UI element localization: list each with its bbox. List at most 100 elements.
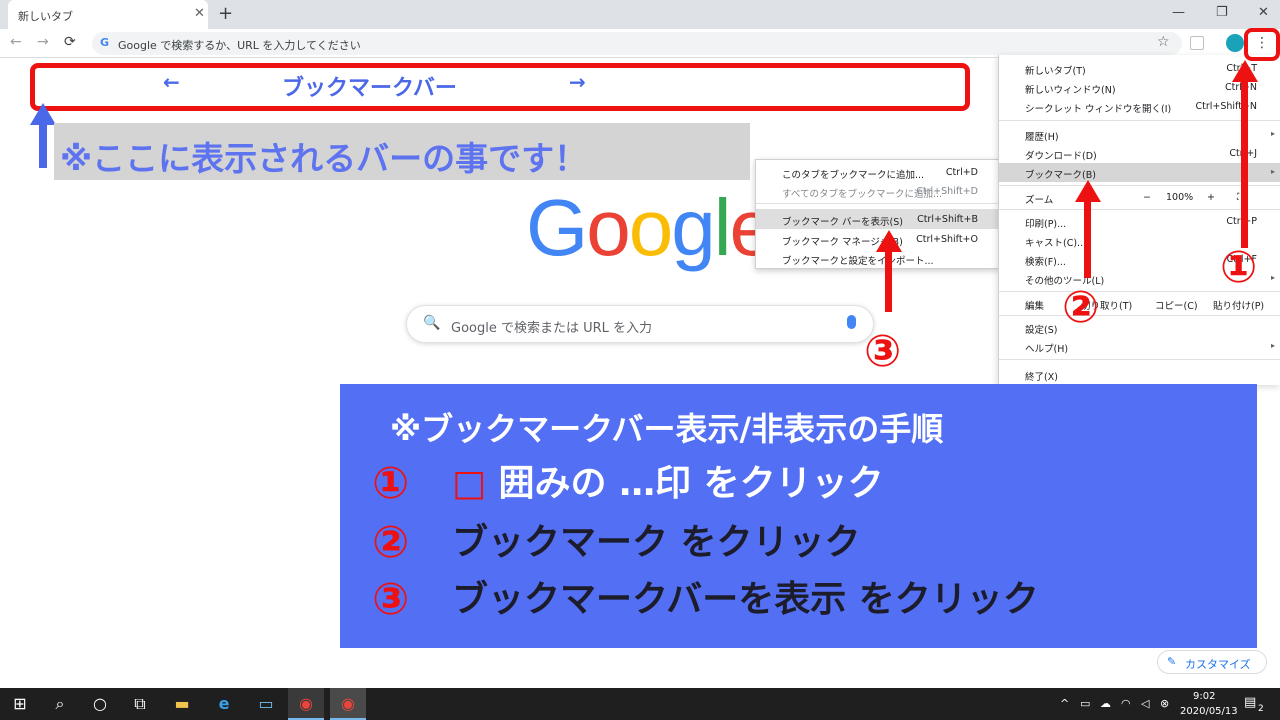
wifi-icon[interactable]: ◠ [1121, 697, 1131, 710]
red-arrow-up-icon [876, 230, 902, 252]
chrome-icon: ◉ [299, 694, 313, 713]
arrow-right-icon: → [569, 70, 586, 94]
menu-separator [999, 120, 1280, 121]
profile-avatar[interactable] [1226, 34, 1244, 52]
close-window-icon[interactable]: ✕ [1258, 5, 1269, 20]
menu-item-exit[interactable]: 終了(X) [999, 365, 1280, 384]
zoom-in-button[interactable]: + [1207, 192, 1215, 203]
notification-icon[interactable]: ▤ [1244, 695, 1256, 710]
file-explorer-icon[interactable]: ▬ [168, 694, 196, 713]
submenu-arrow-icon: ▸ [1270, 341, 1275, 350]
submenu-arrow-icon: ▸ [1270, 167, 1275, 176]
customize-label: カスタマイズ [1185, 658, 1251, 671]
logo-letter: l [713, 183, 732, 272]
menu-item-downloads[interactable]: ダウンロード(D) Ctrl+J [999, 144, 1280, 163]
close-tab-icon[interactable]: ✕ [194, 6, 205, 21]
bookmark-submenu: このタブをブックマークに追加... Ctrl+D すべてのタブをブックマークに追… [755, 159, 999, 269]
menu-separator [999, 209, 1280, 210]
browser-toolbar: ← → ⟳ G Google で検索するか、URL を入力してください ☆ [0, 29, 1280, 58]
red-arrow-shaft [1084, 200, 1091, 278]
menu-separator [999, 359, 1280, 360]
bookmark-star-icon[interactable]: ☆ [1157, 34, 1170, 50]
menu-button-highlight [1244, 28, 1280, 61]
network-error-icon[interactable]: ⊗ [1160, 697, 1169, 710]
forward-icon[interactable]: → [37, 34, 49, 50]
zoom-value: 100% [1166, 192, 1194, 203]
menu-item-bookmark-this-tab[interactable]: このタブをブックマークに追加... Ctrl+D [756, 162, 998, 182]
battery-icon[interactable]: ▭ [1080, 697, 1090, 710]
back-icon[interactable]: ← [10, 34, 22, 50]
menu-item-zoom: ズーム − 100% + ⛶ [999, 188, 1280, 207]
logo-letter: o [628, 183, 673, 272]
chrome-taskbar-button-1[interactable]: ◉ [288, 688, 324, 720]
zoom-out-button[interactable]: − [1143, 192, 1151, 203]
bookmark-bar-note: ※ここに表示されるバーの事です！ [60, 139, 588, 178]
task-view-icon[interactable]: ⧉ [126, 694, 154, 714]
search-icon[interactable]: ⌕ [46, 694, 74, 714]
menu-item-print[interactable]: 印刷(P)... Ctrl+P [999, 212, 1280, 231]
menu-separator [999, 185, 1280, 186]
chrome-taskbar-button-2[interactable]: ◉ [330, 688, 366, 720]
step-2-text: ブックマーク をクリック [452, 522, 861, 563]
menu-item-help[interactable]: ヘルプ(H) ▸ [999, 337, 1280, 356]
step-3-text: ブックマークバーを表示 をクリック [452, 579, 1039, 620]
customize-button[interactable]: ✎ カスタマイズ [1157, 650, 1267, 674]
menu-item-bookmarks[interactable]: ブックマーク(B) ▸ [999, 163, 1280, 182]
google-logo: Google [526, 188, 774, 268]
tab-title: 新しいタブ [18, 10, 73, 23]
onedrive-icon[interactable]: ☁ [1100, 697, 1111, 710]
step-1-text: □ 囲みの …印 をクリック [452, 463, 884, 504]
arrow-left-icon: ← [163, 70, 180, 94]
step-marker-3: ③ [864, 326, 902, 377]
step-1-number: ① [372, 458, 410, 509]
submenu-arrow-icon: ▸ [1270, 273, 1275, 282]
red-arrow-shaft [1241, 80, 1248, 248]
blue-arrow-shaft [39, 122, 47, 168]
menu-item-incognito[interactable]: シークレット ウィンドウを開く(I) Ctrl+Shift+N [999, 97, 1280, 116]
tray-chevron-icon[interactable]: ^ [1060, 697, 1069, 710]
windows-start-icon[interactable]: ⊞ [6, 694, 34, 713]
square-icon: □ [452, 463, 487, 504]
clock-time[interactable]: 9:02 [1193, 691, 1215, 702]
instruction-title: ※ブックマークバー表示/非表示の手順 [390, 410, 944, 448]
menu-item-settings[interactable]: 設定(S) [999, 318, 1280, 337]
menu-separator [999, 315, 1280, 316]
google-g-icon: G [100, 36, 110, 49]
menu-item-bookmark-all-tabs[interactable]: すべてのタブをブックマークに追加... Ctrl+Shift+D [756, 181, 998, 201]
search-icon: 🔍 [423, 315, 441, 331]
clock-date[interactable]: 2020/05/13 [1180, 706, 1238, 717]
edge-icon[interactable]: e [210, 694, 238, 713]
address-placeholder: Google で検索するか、URL を入力してください [118, 39, 361, 52]
menu-item-show-bookmark-bar[interactable]: ブックマーク バーを表示(S) Ctrl+Shift+B [756, 209, 998, 229]
google-search-box[interactable]: 🔍 Google で検索または URL を入力 [406, 305, 874, 343]
red-arrow-shaft [885, 250, 892, 312]
maximize-icon[interactable]: ❐ [1216, 5, 1228, 20]
paste-button[interactable]: 貼り付け(P) [1213, 298, 1264, 312]
tab-strip: 新しいタブ ✕ + — ❐ ✕ [0, 0, 1280, 29]
reload-icon[interactable]: ⟳ [64, 34, 76, 50]
app-icon[interactable]: ▭ [252, 694, 280, 713]
menu-separator [756, 203, 998, 204]
minimize-icon[interactable]: — [1172, 5, 1185, 20]
windows-taskbar: ⊞ ⌕ ○ ⧉ ▬ e ▭ ◉ ◉ ^ ▭ ☁ ◠ ◁ ⊗ 9:02 2020/… [0, 688, 1280, 720]
search-placeholder: Google で検索または URL を入力 [451, 321, 653, 336]
step-2-number: ② [372, 517, 410, 568]
instruction-panel: ※ブックマークバー表示/非表示の手順 ① □ 囲みの …印 をクリック ② ブッ… [340, 384, 1257, 648]
menu-item-edit: 編集 切り取り(T) コピー(C) 貼り付け(P) [999, 294, 1280, 313]
menu-item-history[interactable]: 履歴(H) ▸ [999, 125, 1280, 144]
extension-icon[interactable] [1190, 36, 1204, 50]
logo-letter: G [526, 183, 588, 272]
copy-button[interactable]: コピー(C) [1155, 298, 1198, 312]
step-3-number: ③ [372, 574, 410, 625]
chrome-main-menu: 新しいタブ(T) Ctrl+T 新しいウィンドウ(N) Ctrl+N シークレッ… [998, 55, 1280, 385]
microphone-icon[interactable] [847, 315, 856, 329]
address-bar[interactable]: G Google で検索するか、URL を入力してください ☆ [92, 32, 1182, 55]
logo-letter: g [671, 183, 715, 272]
logo-letter: o [586, 183, 630, 272]
tab-new-tab[interactable]: 新しいタブ ✕ [8, 0, 208, 29]
notification-count: 2 [1258, 704, 1264, 714]
new-tab-button[interactable]: + [218, 3, 233, 24]
step-marker-2: ② [1062, 282, 1100, 333]
cortana-icon[interactable]: ○ [86, 694, 114, 713]
volume-icon[interactable]: ◁ [1141, 697, 1149, 710]
